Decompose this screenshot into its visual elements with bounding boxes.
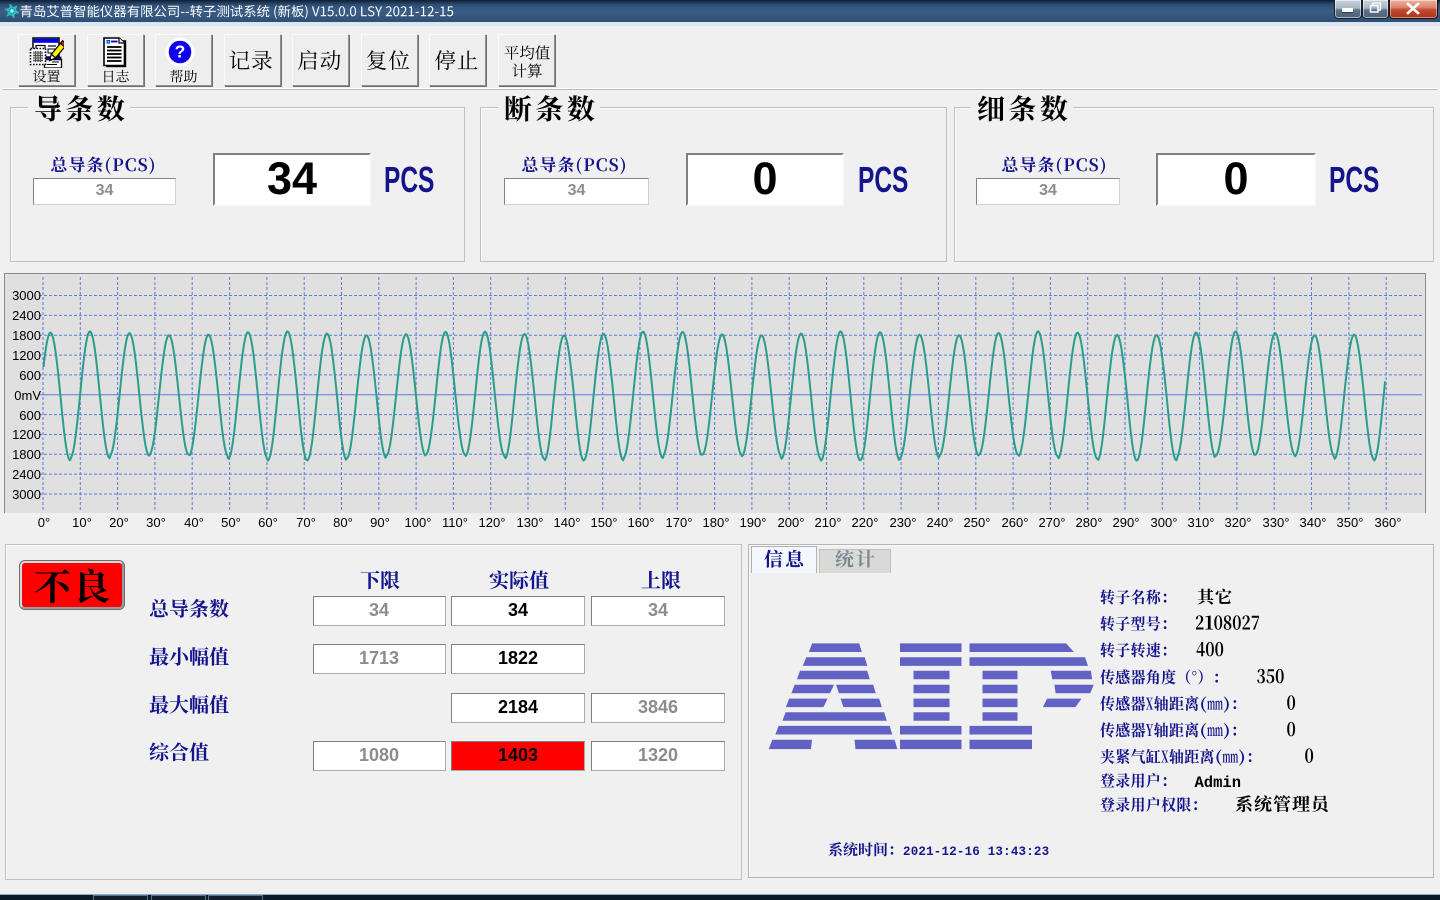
svg-text:?: ?: [175, 42, 186, 62]
